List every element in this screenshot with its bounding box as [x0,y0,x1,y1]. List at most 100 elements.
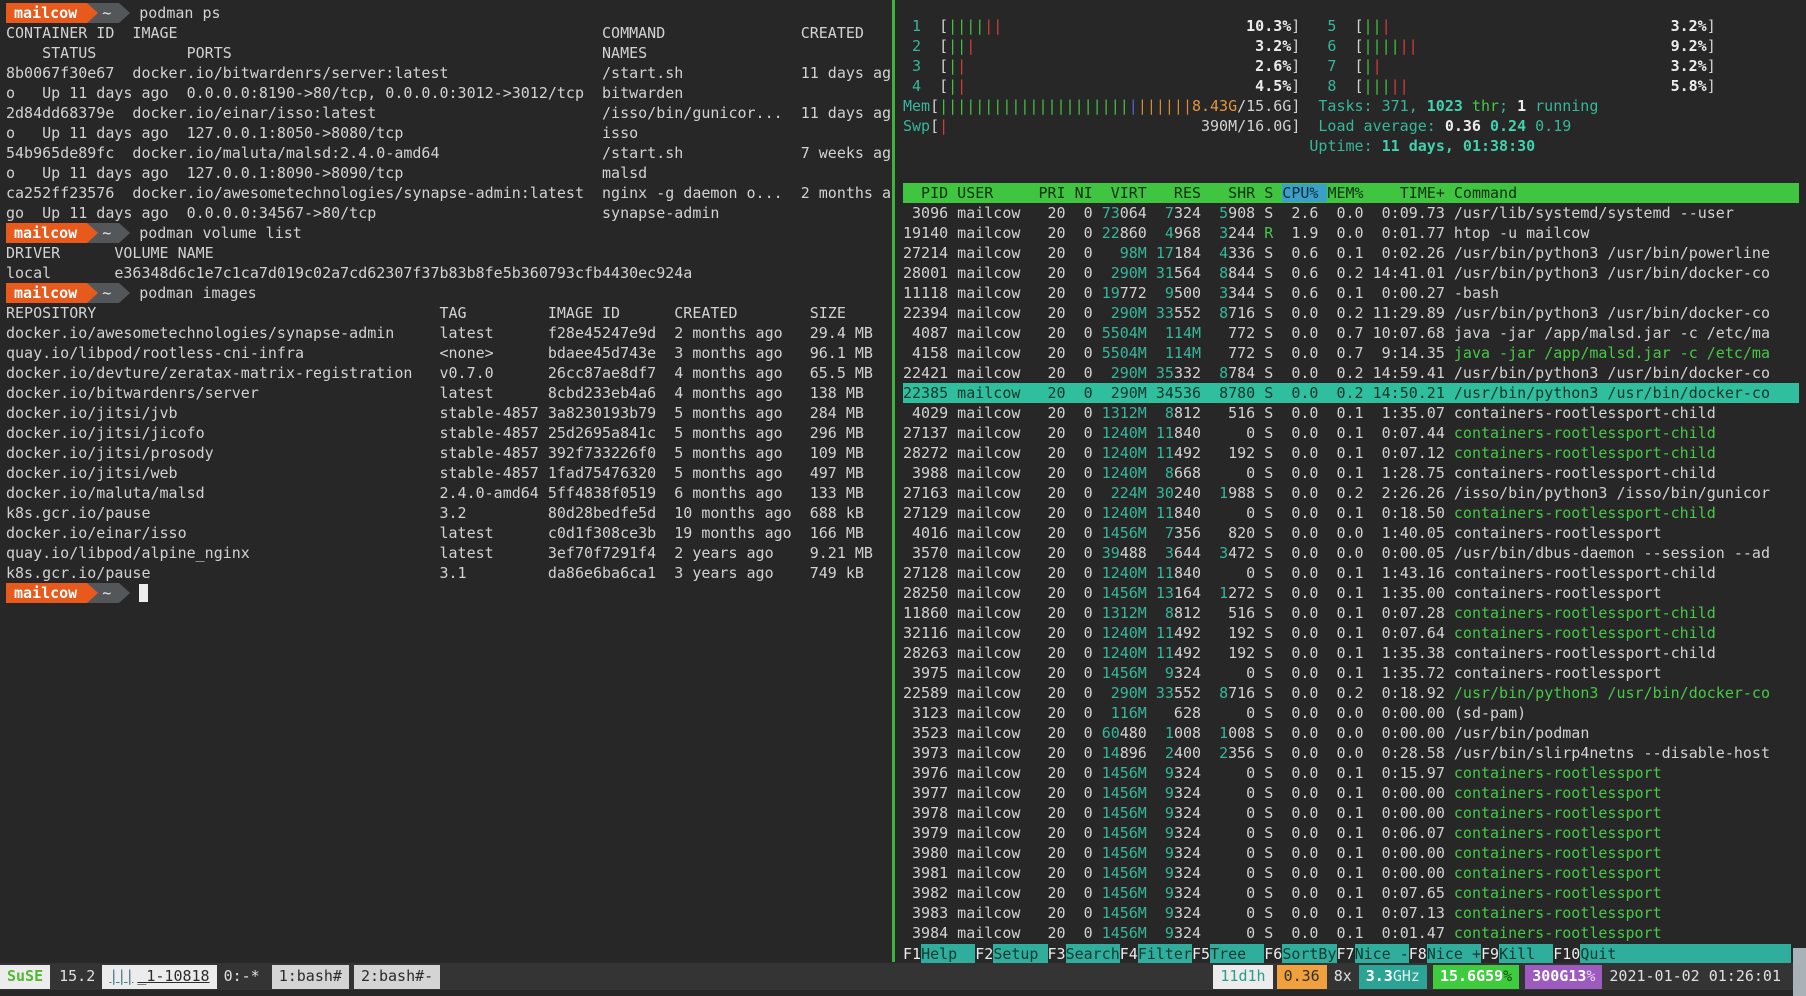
process-row[interactable]: 3979 mailcow 20 0 1456M 9324 0 S 0.0 0.1… [903,823,1799,843]
process-row[interactable]: 28001 mailcow 20 0 290M 31564 8844 S 0.6… [903,263,1799,283]
podman-ps-row: 8b0067f30e67 docker.io/bitwardenrs/serve… [6,63,892,83]
fkey-label[interactable]: Nice + [1427,944,1481,964]
fkey-tree[interactable]: F5 [1192,944,1210,964]
process-row[interactable]: 11118 mailcow 20 0 19772 9500 3344 S 0.6… [903,283,1799,303]
pane-divider[interactable] [892,0,895,962]
podman-volume-header: DRIVER VOLUME NAME [6,243,892,263]
tmux-right-pane-htop[interactable]: 1 [||||||10.3%] 5 [|||3.2%]2 [|||3.2%] 6… [897,0,1806,962]
process-row[interactable]: 32116 mailcow 20 0 1240M 11492 192 S 0.0… [903,623,1799,643]
process-row[interactable]: 3523 mailcow 20 0 60480 1008 1008 S 0.0 … [903,723,1799,743]
process-row[interactable]: 3983 mailcow 20 0 1456M 9324 0 S 0.0 0.1… [903,903,1799,923]
process-row[interactable]: 3980 mailcow 20 0 1456M 9324 0 S 0.0 0.1… [903,843,1799,863]
fkey-sortby[interactable]: F6 [1264,944,1282,964]
tmux-left-pane[interactable]: mailcow ~ podman psCONTAINER ID IMAGE COMM… [0,0,892,965]
cpu-meter-row: 4 [||4.5%] 8 [|||||5.8%] [903,76,1806,96]
prompt-user-segment: mailcow [6,223,87,243]
powerline-arrow-icon [87,583,98,603]
powerline-arrow-icon [119,583,130,603]
process-row[interactable]: 27214 mailcow 20 0 98M 17184 4336 S 0.6 … [903,243,1799,263]
fkey-label[interactable]: Tree [1210,944,1264,964]
process-row[interactable]: 3984 mailcow 20 0 1456M 9324 0 S 0.0 0.1… [903,923,1799,943]
process-row[interactable]: 3570 mailcow 20 0 39488 3644 3472 S 0.0 … [903,543,1799,563]
process-row[interactable]: 4029 mailcow 20 0 1312M 8812 516 S 0.0 0… [903,403,1799,423]
process-row[interactable]: 4087 mailcow 20 0 5504M 114M 772 S 0.0 0… [903,323,1799,343]
process-row[interactable]: 27163 mailcow 20 0 224M 30240 1988 S 0.0… [903,483,1799,503]
powerline-arrow-icon [119,3,130,23]
fkey-label[interactable]: SortBy [1282,944,1336,964]
process-row[interactable]: 22421 mailcow 20 0 290M 35332 8784 S 0.0… [903,363,1799,383]
typed-command: podman ps [130,4,220,22]
podman-ps-row: 2d84dd68379e docker.io/einar/isso:latest… [6,103,892,123]
process-row[interactable]: 28272 mailcow 20 0 1240M 11492 192 S 0.0… [903,443,1799,463]
fkey-nice-[interactable]: F8 [1409,944,1427,964]
process-row[interactable]: 22394 mailcow 20 0 290M 33552 8716 S 0.0… [903,303,1799,323]
os-version-label: 15.2 [52,965,102,989]
htop-process-list: 3096 mailcow 20 0 73064 7324 5908 S 2.6 … [903,203,1806,943]
podman-images-row: quay.io/libpod/alpine_nginx latest 3ef70… [6,543,892,563]
fkey-help[interactable]: F1 [903,944,921,964]
process-row[interactable]: 3988 mailcow 20 0 1240M 8668 0 S 0.0 0.1… [903,463,1799,483]
process-row[interactable]: 3096 mailcow 20 0 73064 7324 5908 S 2.6 … [903,203,1799,223]
fkey-label[interactable]: Nice - [1355,944,1409,964]
podman-images-row: docker.io/jitsi/jicofo stable-4857 25d26… [6,423,892,443]
fkey-label[interactable]: Help [921,944,975,964]
prompt-path-segment: ~ [98,223,119,243]
podman-ps-row: 54b965de89fc docker.io/maluta/malsd:2.4.… [6,143,892,163]
tmux-window-2[interactable]: 2:bash#- [354,965,440,989]
fkey-quit[interactable]: F10 [1553,944,1580,964]
typed-command: podman volume list [130,224,302,242]
fkey-nice-[interactable]: F7 [1337,944,1355,964]
memory-meter-row: Mem[||||||||||||||||||||||||||||8.43G/15… [903,96,1806,116]
tmux-session-badge[interactable]: |||_1-10818 [102,965,216,989]
fkey-label[interactable]: Search [1066,944,1120,964]
process-row[interactable]: 3981 mailcow 20 0 1456M 9324 0 S 0.0 0.1… [903,863,1799,883]
process-row[interactable]: 19140 mailcow 20 0 22860 4968 3244 R 1.9… [903,223,1799,243]
podman-ps-row: o Up 11 days ago 127.0.0.1:8050->8080/tc… [6,123,892,143]
process-row[interactable]: 3975 mailcow 20 0 1456M 9324 0 S 0.0 0.1… [903,663,1799,683]
uptime-badge: 11d1h [1213,965,1272,989]
process-row[interactable]: 22385 mailcow 20 0 290M 34536 8780 S 0.0… [903,383,1799,403]
process-row[interactable]: 3973 mailcow 20 0 14896 2400 2356 S 0.0 … [903,743,1799,763]
cpu-count-label: 8x [1327,965,1359,989]
process-row[interactable]: 4158 mailcow 20 0 5504M 114M 772 S 0.0 0… [903,343,1799,363]
process-row[interactable]: 4016 mailcow 20 0 1456M 7356 820 S 0.0 0… [903,523,1799,543]
cpu-freq-badge: 3.3GHz [1359,965,1427,989]
tmux-window-1[interactable]: 1:bash# [272,965,349,989]
fkey-label[interactable]: Kill [1499,944,1553,964]
fkey-label[interactable]: Quit [1580,944,1616,964]
process-row[interactable]: 27129 mailcow 20 0 1240M 11840 0 S 0.0 0… [903,503,1799,523]
shell-prompt: mailcow~podman ps [6,3,892,23]
process-row[interactable]: 27128 mailcow 20 0 1240M 11840 0 S 0.0 0… [903,563,1799,583]
process-row[interactable]: 27137 mailcow 20 0 1240M 11840 0 S 0.0 0… [903,423,1799,443]
process-row[interactable]: 22589 mailcow 20 0 290M 33552 8716 S 0.0… [903,683,1799,703]
fkey-setup[interactable]: F2 [975,944,993,964]
process-row[interactable]: 3976 mailcow 20 0 1456M 9324 0 S 0.0 0.1… [903,763,1799,783]
tmux-window-0[interactable]: 0:-* [217,965,267,989]
podman-images-row: docker.io/jitsi/jvb stable-4857 3a823019… [6,403,892,423]
fkey-kill[interactable]: F9 [1481,944,1499,964]
process-row[interactable]: 3977 mailcow 20 0 1456M 9324 0 S 0.0 0.1… [903,783,1799,803]
swap-meter-row: Swp[|390M/16.0G] Load average: 0.36 0.24… [903,116,1806,136]
podman-ps-header: CONTAINER ID IMAGE COMMAND CREATED [6,23,892,43]
fkey-filter[interactable]: F4 [1120,944,1138,964]
fkey-search[interactable]: F3 [1048,944,1066,964]
process-row[interactable]: 11860 mailcow 20 0 1312M 8812 516 S 0.0 … [903,603,1799,623]
podman-ps-row: go Up 11 days ago 0.0.0.0:34567->80/tcp … [6,203,892,223]
process-row[interactable]: 3982 mailcow 20 0 1456M 9324 0 S 0.0 0.1… [903,883,1799,903]
text-cursor[interactable] [139,584,148,602]
process-row[interactable]: 3978 mailcow 20 0 1456M 9324 0 S 0.0 0.1… [903,803,1799,823]
fkey-label[interactable]: Setup [993,944,1047,964]
podman-images-row: docker.io/bitwardenrs/server latest 8cbd… [6,383,892,403]
prompt-path-segment: ~ [98,3,119,23]
cpu-meter-row: 1 [||||||10.3%] 5 [|||3.2%] [903,16,1806,36]
scrollbar-thumb[interactable] [1793,948,1806,996]
process-row[interactable]: 28263 mailcow 20 0 1240M 11492 192 S 0.0… [903,643,1799,663]
podman-images-row: docker.io/maluta/malsd 2.4.0-amd64 5ff48… [6,483,892,503]
fkey-bar-filler [1616,944,1791,964]
podman-images-row: docker.io/jitsi/prosody stable-4857 392f… [6,443,892,463]
load-badge: 0.36 [1277,965,1327,989]
fkey-label[interactable]: Filter [1138,944,1192,964]
process-row[interactable]: 3123 mailcow 20 0 116M 628 0 S 0.0 0.0 0… [903,703,1799,723]
process-row[interactable]: 28250 mailcow 20 0 1456M 13164 1272 S 0.… [903,583,1799,603]
htop-column-header[interactable]: PID USER PRI NI VIRT RES SHR S CPU% MEM%… [903,183,1799,203]
